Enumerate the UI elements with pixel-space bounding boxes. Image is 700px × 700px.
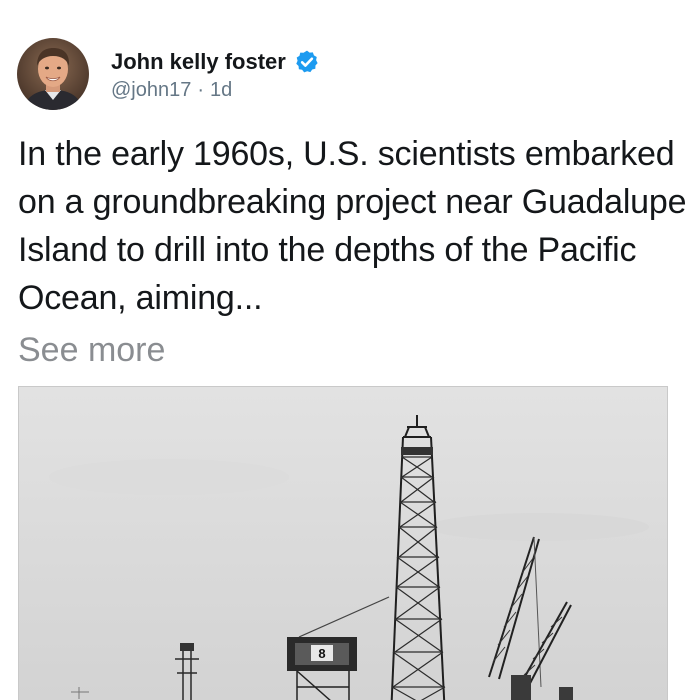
post-header: John kelly foster @john17 · 1d [17,36,320,112]
avatar-photo [17,38,89,110]
name-row: John kelly foster [111,47,320,77]
post-timestamp[interactable]: 1d [210,79,232,102]
handle-row: @john17 · 1d [111,79,320,102]
dot-separator: · [197,78,205,101]
post-card: John kelly foster @john17 · 1d In the ea… [0,0,700,700]
author-handle[interactable]: @john17 [111,79,191,102]
verified-badge-icon [294,49,320,75]
author-display-name[interactable]: John kelly foster [111,49,286,75]
drilling-rig-photo: 8 [19,387,667,700]
author-avatar[interactable] [17,38,89,110]
author-meta: John kelly foster @john17 · 1d [111,47,320,102]
post-text: In the early 1960s, U.S. scientists emba… [18,135,687,317]
rig-marking-number: 8 [318,646,325,661]
see-more-link[interactable]: See more [18,326,165,374]
post-media-image[interactable]: 8 [18,386,668,700]
